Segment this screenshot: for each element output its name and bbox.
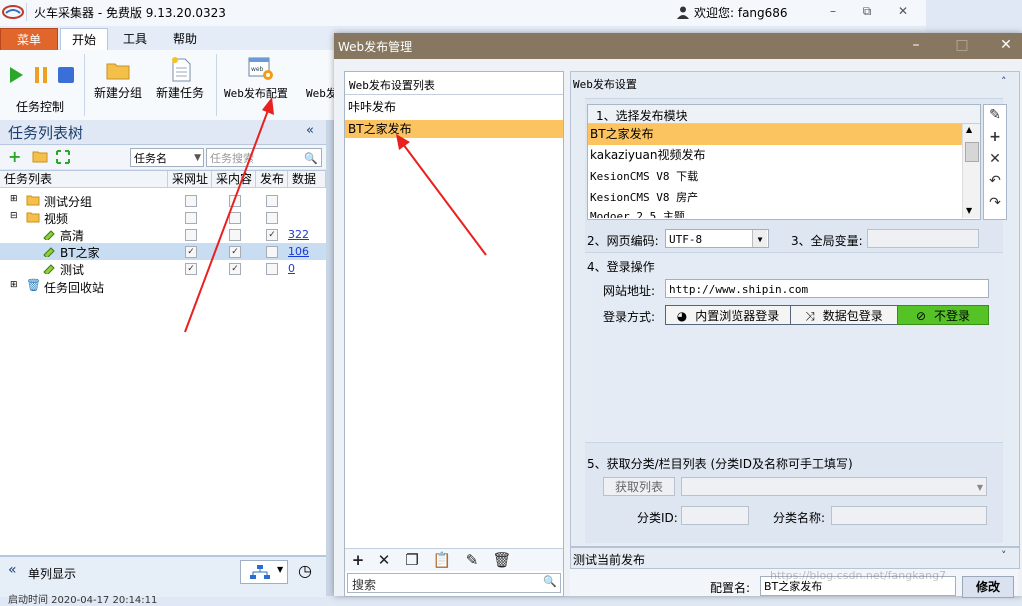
arrow-head-icon (262, 97, 274, 115)
annotation-arrow (184, 104, 271, 333)
annotation-arrows (184, 97, 487, 333)
arrow-head-icon (396, 134, 410, 150)
annotation-arrow (399, 139, 487, 256)
